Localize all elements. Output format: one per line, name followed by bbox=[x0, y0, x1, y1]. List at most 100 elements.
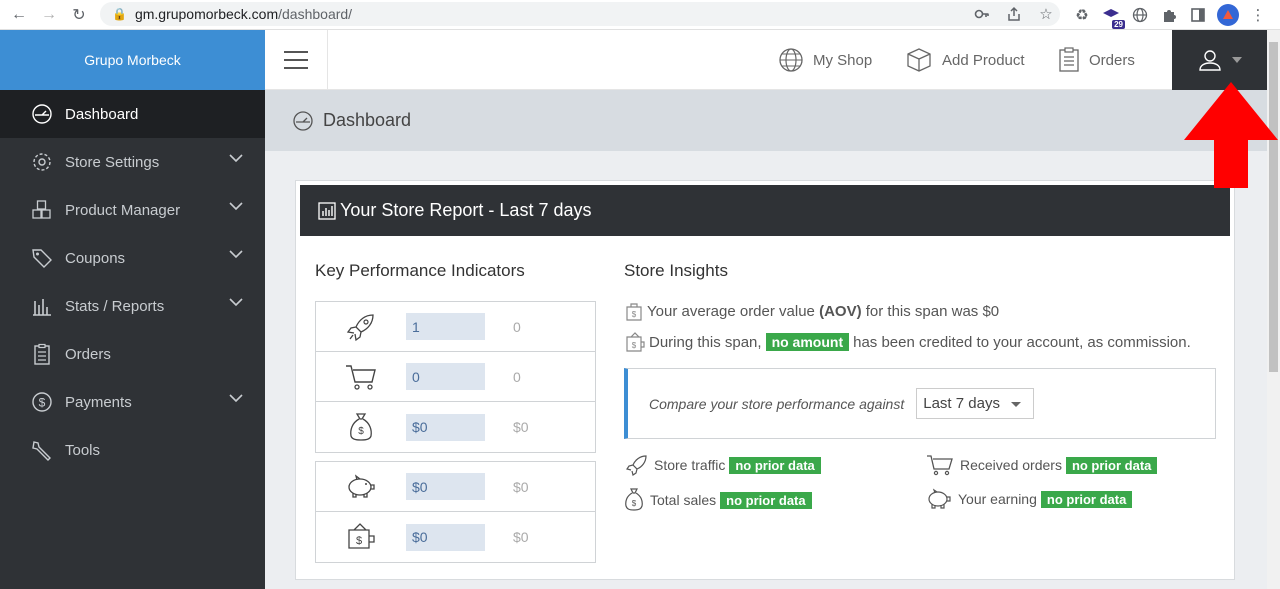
kpi-prior: $0 bbox=[513, 478, 529, 495]
sidebar-item-label: Tools bbox=[65, 441, 101, 459]
browser-menu-icon[interactable]: ⋮ bbox=[1248, 5, 1268, 25]
hamburger-menu-icon[interactable] bbox=[265, 30, 328, 90]
add-product-label: Add Product bbox=[942, 51, 1025, 69]
extension-graduation-icon[interactable]: 29 bbox=[1101, 5, 1125, 29]
caret-down-icon bbox=[1011, 402, 1022, 407]
kpi-table-primary: 1 0 0 0 $ $0 $0 bbox=[315, 301, 596, 453]
wrench-icon bbox=[31, 439, 53, 461]
top-header: My Shop Add Product Orders bbox=[265, 30, 1280, 90]
sidepanel-icon[interactable] bbox=[1188, 5, 1208, 25]
my-shop-label: My Shop bbox=[813, 51, 873, 69]
aov-bold: (AOV) bbox=[819, 302, 862, 320]
sidebar-item-coupons[interactable]: Coupons bbox=[0, 234, 265, 282]
clipboard-icon bbox=[31, 343, 53, 365]
kpi-row: 1 0 bbox=[316, 302, 595, 352]
prior-store-traffic: Store traffic no prior data bbox=[624, 454, 825, 476]
lock-icon: 🔒 bbox=[112, 7, 127, 21]
prior-label: Received orders bbox=[960, 457, 1062, 473]
bookmark-star-icon[interactable]: ☆ bbox=[1036, 4, 1056, 24]
profile-avatar-icon[interactable] bbox=[1217, 4, 1239, 26]
dollar-circle-icon: $ bbox=[31, 391, 53, 413]
brand-title[interactable]: Grupo Morbeck bbox=[0, 30, 265, 90]
commission-insight: $ During this span, no amount has been c… bbox=[625, 331, 1191, 353]
sidebar-item-tools[interactable]: Tools bbox=[0, 426, 265, 474]
piggy-bank-icon bbox=[928, 488, 951, 509]
sidebar-item-label: Dashboard bbox=[65, 105, 139, 123]
tag-icon bbox=[31, 247, 53, 269]
sidebar-item-product-manager[interactable]: Product Manager bbox=[0, 186, 265, 234]
commission-badge: no amount bbox=[765, 333, 850, 351]
sidebar-item-label: Orders bbox=[65, 345, 111, 363]
wallet-icon: $ bbox=[316, 522, 406, 552]
chevron-down-icon bbox=[229, 394, 243, 403]
url-path: /dashboard/ bbox=[278, 6, 353, 22]
kpi-prior: 0 bbox=[513, 318, 521, 335]
prior-label: Total sales bbox=[650, 492, 717, 508]
prior-your-earning: Your earning no prior data bbox=[926, 488, 1136, 510]
report-header: Your Store Report - Last 7 days bbox=[300, 185, 1230, 236]
sidebar-item-orders[interactable]: Orders bbox=[0, 330, 265, 378]
orders-label: Orders bbox=[1089, 51, 1135, 69]
compare-label: Compare your store performance against bbox=[649, 395, 905, 412]
shopping-bag-dollar-icon: $ bbox=[626, 303, 642, 321]
globe-icon[interactable] bbox=[1130, 5, 1150, 25]
kpi-value: 0 bbox=[406, 363, 485, 390]
aov-insight: $ Your average order value (AOV) for thi… bbox=[625, 301, 999, 321]
chevron-down-icon bbox=[229, 250, 243, 259]
prior-label: Store traffic bbox=[654, 457, 726, 473]
chevron-down-icon bbox=[229, 202, 243, 211]
sidebar-item-dashboard[interactable]: Dashboard bbox=[0, 90, 265, 138]
prior-total-sales: $ Total sales no prior data bbox=[624, 488, 816, 512]
aov-suffix: for this span was $0 bbox=[865, 302, 1000, 320]
no-prior-badge: no prior data bbox=[1065, 456, 1158, 474]
user-icon bbox=[1199, 50, 1221, 71]
reload-icon[interactable]: ↻ bbox=[68, 4, 90, 26]
kpi-row: $ $0 $0 bbox=[316, 512, 595, 562]
compare-period-select[interactable]: Last 7 days bbox=[916, 388, 1035, 419]
forward-icon[interactable]: → bbox=[38, 4, 60, 26]
money-bag-icon: $ bbox=[316, 412, 406, 442]
kpi-table-secondary: $0 $0 $ $0 $0 bbox=[315, 461, 596, 563]
kpi-value: $0 bbox=[406, 413, 485, 441]
bar-chart-icon bbox=[31, 295, 53, 317]
back-icon[interactable]: ← bbox=[8, 4, 30, 26]
no-prior-badge: no prior data bbox=[729, 456, 821, 474]
commission-prefix: During this span, bbox=[649, 333, 762, 351]
sidebar-item-payments[interactable]: $ Payments bbox=[0, 378, 265, 426]
clipboard-icon bbox=[1059, 47, 1079, 72]
svg-text:$: $ bbox=[39, 396, 46, 410]
kpi-value: $0 bbox=[406, 523, 485, 551]
svg-text:$: $ bbox=[632, 310, 637, 319]
sidebar-item-label: Payments bbox=[65, 393, 132, 411]
gear-icon bbox=[31, 151, 53, 173]
kpi-prior: $0 bbox=[513, 419, 529, 435]
add-product-link[interactable]: Add Product bbox=[905, 30, 1025, 90]
kpi-title: Key Performance Indicators bbox=[315, 261, 525, 280]
share-icon[interactable] bbox=[1004, 4, 1024, 24]
sidebar-item-stats-reports[interactable]: Stats / Reports bbox=[0, 282, 265, 330]
dashboard-icon bbox=[293, 110, 313, 131]
boxes-icon bbox=[31, 199, 53, 221]
globe-icon bbox=[779, 48, 803, 72]
chevron-down-icon bbox=[229, 298, 243, 307]
kpi-row: 0 0 bbox=[316, 352, 595, 402]
red-annotation-arrow-icon bbox=[1184, 82, 1278, 188]
puzzle-icon[interactable] bbox=[1159, 5, 1179, 25]
address-bar[interactable]: 🔒 gm.grupomorbeck.com/dashboard/ bbox=[100, 2, 1060, 26]
svg-text:$: $ bbox=[632, 341, 637, 350]
caret-down-icon bbox=[1232, 57, 1242, 63]
my-shop-link[interactable]: My Shop bbox=[778, 30, 872, 90]
sidebar-item-label: Product Manager bbox=[65, 201, 181, 219]
prior-received-orders: Received orders no prior data bbox=[926, 454, 1161, 476]
user-menu-button[interactable] bbox=[1172, 30, 1268, 90]
recycle-icon[interactable]: ♻ bbox=[1072, 5, 1092, 25]
no-prior-badge: no prior data bbox=[720, 491, 812, 509]
sidebar-item-store-settings[interactable]: Store Settings bbox=[0, 138, 265, 186]
page-header: Dashboard bbox=[265, 90, 1267, 151]
orders-link[interactable]: Orders bbox=[1058, 30, 1135, 90]
key-icon[interactable] bbox=[972, 4, 992, 24]
insights-title: Store Insights bbox=[624, 261, 728, 280]
svg-text:$: $ bbox=[356, 535, 362, 547]
chevron-down-icon bbox=[229, 154, 243, 163]
report-chart-icon bbox=[318, 201, 336, 220]
